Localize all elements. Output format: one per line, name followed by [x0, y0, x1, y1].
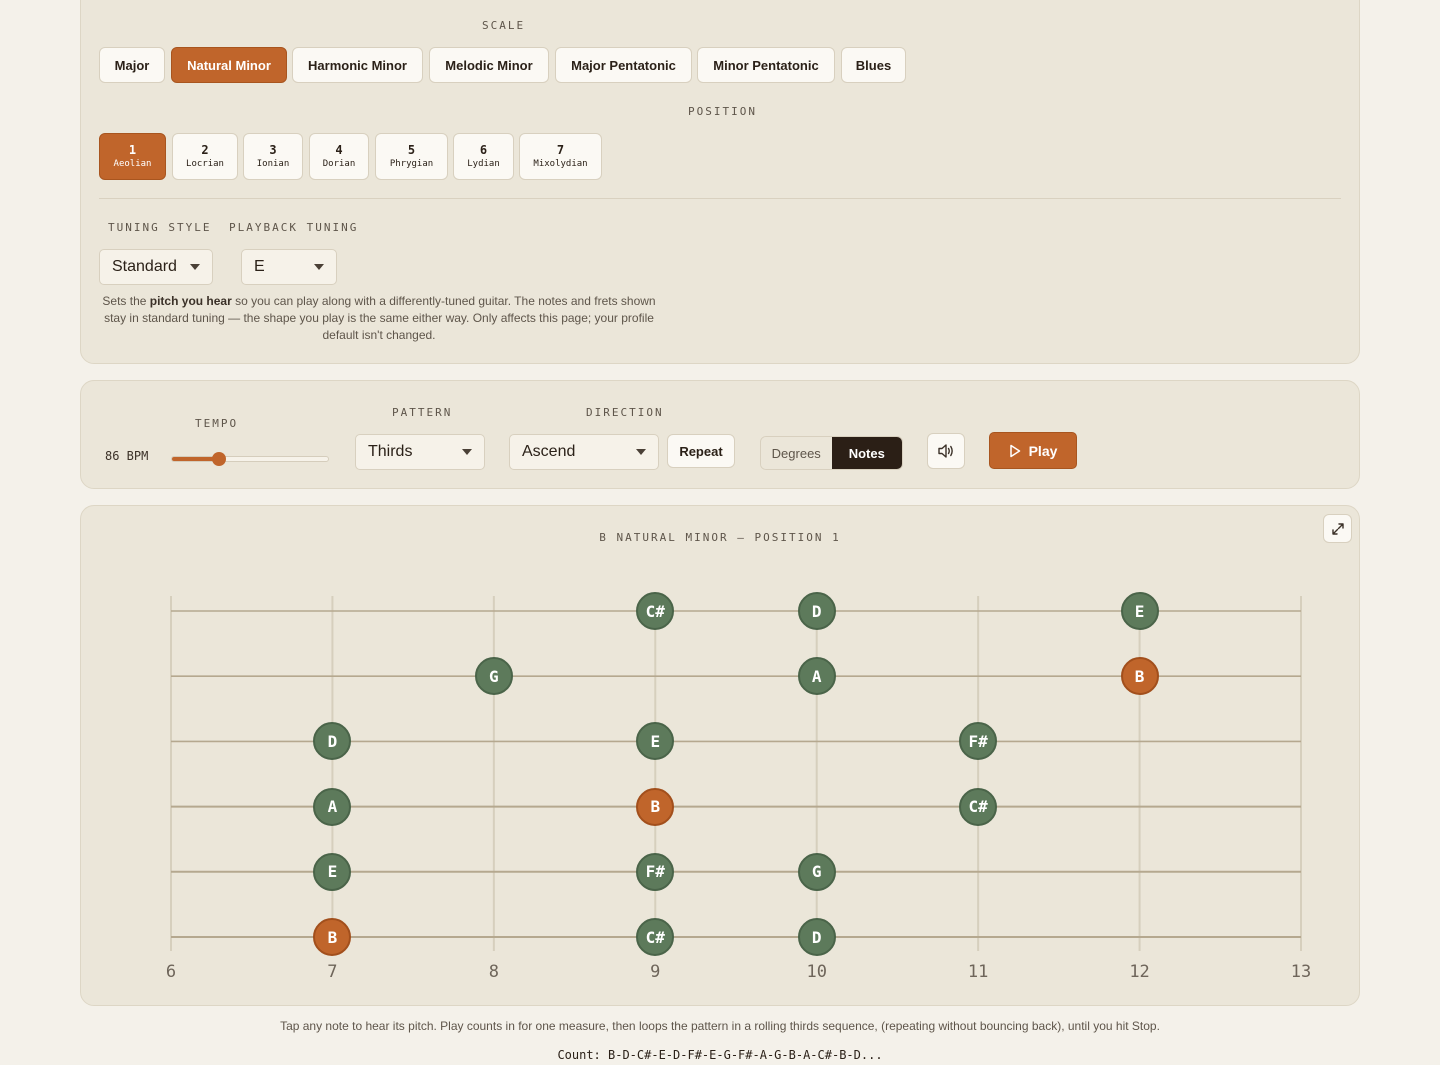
scale-note-marker[interactable]: D	[797, 918, 836, 956]
scale-note-marker[interactable]: A	[797, 657, 836, 696]
direction-value: Ascend	[522, 443, 576, 460]
playback-controls-panel: TEMPO 86 BPM PATTERN Thirds DIRECTION As…	[80, 380, 1360, 489]
position-mode: Ionian	[256, 159, 290, 169]
scale-note-marker[interactable]: F#	[959, 722, 998, 761]
position-number: 2	[201, 143, 209, 157]
tempo-slider-thumb[interactable]	[211, 452, 226, 466]
playback-tuning-value: E	[254, 258, 265, 275]
scale-label: SCALE	[482, 19, 526, 32]
count-sequence: Count: B-D-C#-E-D-F#-E-G-F#-A-G-B-A-C#-B…	[557, 1048, 883, 1062]
sound-button[interactable]	[927, 433, 965, 469]
scale-major-pentatonic-button[interactable]: Major Pentatonic	[555, 47, 692, 83]
fret-number: 8	[488, 962, 499, 982]
fret-number: 9	[650, 962, 661, 982]
notes-toggle-option[interactable]: Notes	[831, 437, 902, 469]
chevron-down-icon	[314, 264, 324, 270]
root-note-marker[interactable]: B	[1120, 657, 1159, 696]
pattern-label: PATTERN	[392, 406, 453, 419]
pattern-select[interactable]: Thirds	[355, 434, 485, 470]
scale-note-marker[interactable]: D	[313, 722, 352, 761]
play-icon	[1009, 444, 1020, 457]
position-3-button[interactable]: 3 Ionian	[243, 133, 303, 180]
root-note-marker[interactable]: B	[313, 918, 352, 956]
scale-note-marker[interactable]: C#	[636, 592, 675, 630]
position-7-button[interactable]: 7 Mixolydian	[519, 133, 602, 180]
play-button[interactable]: Play	[989, 432, 1077, 469]
scale-note-marker[interactable]: E	[636, 722, 675, 761]
position-mode: Aeolian	[113, 159, 152, 169]
root-note-marker[interactable]: B	[636, 787, 675, 826]
position-4-button[interactable]: 4 Dorian	[309, 133, 369, 180]
tuning-style-select[interactable]: Standard	[99, 249, 213, 285]
pattern-value: Thirds	[368, 443, 413, 460]
position-mode: Lydian	[467, 159, 500, 169]
position-number: 5	[407, 143, 416, 157]
playback-tuning-label: PLAYBACK TUNING	[229, 221, 359, 234]
direction-select[interactable]: Ascend	[509, 434, 659, 470]
position-mode: Dorian	[322, 159, 356, 169]
tempo-slider[interactable]	[171, 452, 329, 466]
scale-major-button[interactable]: Major	[99, 47, 165, 83]
position-label: POSITION	[688, 105, 757, 118]
tuning-style-value: Standard	[112, 258, 177, 275]
position-number: 6	[479, 143, 488, 157]
scale-natural-minor-button[interactable]: Natural Minor	[171, 47, 287, 83]
chevron-down-icon	[462, 449, 472, 455]
position-mode: Mixolydian	[533, 159, 588, 169]
direction-label: DIRECTION	[586, 406, 664, 419]
tempo-value: 86 BPM	[105, 449, 149, 463]
chevron-down-icon	[636, 449, 646, 455]
scale-note-marker[interactable]: G	[797, 852, 836, 891]
fret-number: 10	[806, 962, 827, 982]
footer-help-text: Tap any note to hear its pitch. Play cou…	[280, 1019, 1160, 1033]
position-2-button[interactable]: 2 Locrian	[172, 133, 238, 180]
position-6-button[interactable]: 6 Lydian	[453, 133, 514, 180]
fret-number: 6	[165, 962, 177, 982]
position-number: 7	[556, 143, 565, 157]
position-number: 4	[335, 143, 343, 157]
chevron-down-icon	[190, 264, 200, 270]
fret-number: 13	[1290, 962, 1312, 982]
play-label: Play	[1028, 442, 1058, 459]
scale-note-marker[interactable]: E	[1120, 592, 1159, 630]
position-number: 3	[269, 143, 277, 157]
scale-note-marker[interactable]: F#	[636, 852, 675, 891]
playback-tuning-select[interactable]: E	[241, 249, 337, 285]
scale-note-marker[interactable]: A	[313, 787, 352, 826]
scale-minor-pentatonic-button[interactable]: Minor Pentatonic	[697, 47, 835, 83]
tempo-label: TEMPO	[195, 417, 239, 430]
scale-blues-button[interactable]: Blues	[841, 47, 906, 83]
label-mode-toggle: Degrees Notes	[760, 436, 903, 470]
position-number: 1	[128, 143, 137, 157]
scale-note-marker[interactable]: D	[797, 592, 836, 630]
divider	[99, 198, 1341, 199]
position-mode: Phrygian	[389, 159, 434, 169]
fret-number: 7	[327, 962, 338, 982]
scale-melodic-minor-button[interactable]: Melodic Minor	[429, 47, 549, 83]
scale-note-marker[interactable]: C#	[959, 787, 998, 826]
scale-note-marker[interactable]: G	[474, 657, 513, 696]
scale-settings-panel: SCALE Major Natural Minor Harmonic Minor…	[80, 0, 1360, 364]
scale-note-marker[interactable]: C#	[636, 918, 675, 956]
fretboard	[170, 596, 1302, 951]
fretboard-panel: B NATURAL MINOR — POSITION 1 C# D E G A B D E F#…	[80, 505, 1360, 1006]
position-5-button[interactable]: 5 Phrygian	[375, 133, 448, 180]
position-mode: Locrian	[186, 159, 224, 169]
scale-note-marker[interactable]: E	[313, 852, 352, 891]
scale-harmonic-minor-button[interactable]: Harmonic Minor	[292, 47, 423, 83]
fret-number: 11	[967, 962, 989, 982]
fret-number: 12	[1129, 962, 1150, 982]
position-1-button[interactable]: 1 Aeolian	[99, 133, 166, 180]
tuning-style-label: TUNING STYLE	[108, 221, 212, 234]
tuning-help-text: Sets the pitch you hear so you can play …	[102, 294, 656, 342]
repeat-button[interactable]: Repeat	[667, 434, 735, 468]
degrees-toggle-option[interactable]: Degrees	[761, 437, 832, 469]
speaker-icon	[938, 444, 953, 458]
